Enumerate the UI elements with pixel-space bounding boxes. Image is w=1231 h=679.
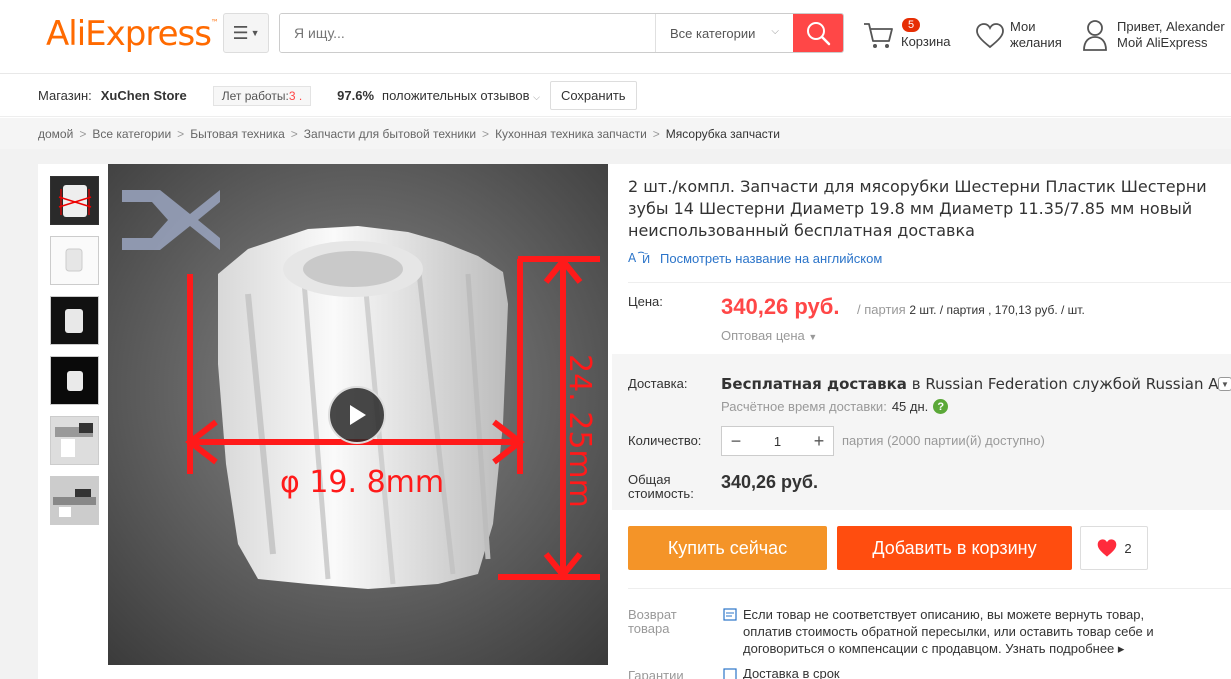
feedback-dropdown[interactable]: положительных отзывов ⌵ <box>382 88 540 103</box>
search-icon <box>807 22 831 46</box>
thumbnail[interactable] <box>50 296 99 345</box>
my-aliexpress-label: Мой AliExpress <box>1117 35 1208 50</box>
thumbnail-list <box>50 176 99 536</box>
thumbnail[interactable] <box>50 176 99 225</box>
translate-title-link[interactable]: A Й Посмотреть название на английском <box>628 250 882 267</box>
shipping-label: Доставка: <box>628 376 688 391</box>
svg-text:A: A <box>628 251 637 265</box>
wishlist-label-line1: Мои <box>1010 19 1036 34</box>
thumbnail[interactable] <box>50 416 99 465</box>
store-years-badge: Лет работы:3 . <box>212 85 312 106</box>
cart-count-badge: 5 <box>902 18 921 32</box>
return-policy-icon <box>723 608 737 621</box>
cart-label: Корзина <box>901 34 951 49</box>
site-header: AliExpress™ ☰▼ Все категории ⌵ 5 Корзина… <box>0 0 1231 74</box>
wholesale-price-dropdown[interactable]: Оптовая цена ▼ <box>721 328 817 343</box>
shipping-options-dropdown[interactable]: ▼ <box>1218 377 1231 391</box>
quantity-available: партия (2000 партии(й) доступно) <box>842 433 1045 448</box>
caret-down-icon: ▼ <box>250 28 260 38</box>
svg-text:Й: Й <box>642 253 650 266</box>
heart-outline-icon <box>976 23 1004 49</box>
product-main-image[interactable]: φ 19. 8mm 24. 25mm <box>108 164 608 665</box>
translate-icon: A Й <box>628 251 650 266</box>
search-category-label: Все категории <box>670 25 756 41</box>
breadcrumb-current: Мясорубка запчасти <box>665 126 780 141</box>
thumbnail[interactable] <box>50 476 99 525</box>
cart-link[interactable]: 5 Корзина <box>862 18 962 54</box>
dimension-height: 24. 25mm <box>562 354 597 508</box>
hamburger-icon: ☰ <box>232 22 249 43</box>
delivery-estimate: Расчётное время доставки: 45 дн. ? <box>721 399 949 414</box>
product-info: 2 шт./компл. Запчасти для мясорубки Шест… <box>612 164 1231 679</box>
total-label: Общая стоимость: <box>628 472 694 501</box>
product-price: 340,26 руб. <box>721 294 840 319</box>
store-label: Магазин: <box>38 88 92 103</box>
return-policy-text: Если товар не соответствует описанию, вы… <box>743 607 1154 656</box>
divider <box>628 588 1231 589</box>
thumbnail[interactable] <box>50 236 99 285</box>
product-title: 2 шт./компл. Запчасти для мясорубки Шест… <box>628 177 1207 240</box>
search-category-select[interactable]: Все категории ⌵ <box>655 14 793 52</box>
breadcrumb: домой > Все категории > Бытовая техника > З… <box>0 118 1231 149</box>
quantity-label: Количество: <box>628 433 702 448</box>
quantity-stepper: − 1 + <box>721 426 834 456</box>
aliexpress-logo[interactable]: AliExpress™ <box>46 14 219 54</box>
increment-button[interactable]: + <box>805 431 833 452</box>
add-to-cart-button[interactable]: Добавить в корзину <box>837 526 1072 570</box>
heart-icon <box>1098 539 1117 557</box>
search-button[interactable] <box>793 14 843 52</box>
buy-now-button[interactable]: Купить сейчас <box>628 526 827 570</box>
store-bar: Магазин: XuChen Store Лет работы:3 . 97.… <box>0 75 1231 117</box>
shipping-info: Бесплатная доставка в Russian Federation… <box>721 375 1229 393</box>
wishlist-link[interactable]: Мои желания <box>975 18 1075 54</box>
wishlist-label-line2: желания <box>1010 35 1062 50</box>
quantity-input[interactable]: 1 <box>750 434 805 449</box>
guarantee-label: Гарантии <box>628 668 684 679</box>
chevron-down-icon: ⌵ <box>771 26 779 37</box>
play-icon <box>350 405 366 425</box>
help-icon[interactable]: ? <box>933 399 949 414</box>
account-greeting: Привет, Alexander <box>1117 19 1225 34</box>
wishlist-count: 2 <box>1124 540 1132 556</box>
store-name-link[interactable]: XuChen Store <box>101 88 187 103</box>
chevron-down-icon: ⌵ <box>533 92 540 102</box>
guarantee-text: Доставка в срок <box>743 666 840 679</box>
user-icon <box>1083 20 1107 51</box>
total-price: 340,26 руб. <box>721 472 818 492</box>
breadcrumb-item[interactable]: домой <box>38 127 73 141</box>
save-store-button[interactable]: Сохранить <box>549 81 637 110</box>
play-video-button[interactable] <box>328 386 386 444</box>
breadcrumb-item[interactable]: Бытовая техника <box>190 127 285 141</box>
breadcrumb-item[interactable]: Запчасти для бытовой техники <box>304 127 476 141</box>
delivery-guarantee-icon <box>723 668 737 679</box>
search-bar: Все категории ⌵ <box>279 13 844 53</box>
cart-icon <box>864 23 893 48</box>
price-label: Цена: <box>628 294 663 309</box>
learn-more-link[interactable]: Узнать подробнее ▸ <box>1005 641 1124 656</box>
breadcrumb-item[interactable]: Кухонная техника запчасти <box>495 127 647 141</box>
dimension-diameter: φ 19. 8mm <box>280 465 444 500</box>
thumbnail[interactable] <box>50 356 99 405</box>
wishlist-button[interactable]: 2 <box>1080 526 1148 570</box>
caret-down-icon: ▼ <box>808 332 818 342</box>
search-input[interactable] <box>280 14 655 52</box>
divider <box>628 282 1231 283</box>
breadcrumb-item[interactable]: Все категории <box>92 127 171 141</box>
price-unit: / партия 2 шт. / партия , 170,13 руб. / … <box>857 302 1085 317</box>
decrement-button[interactable]: − <box>722 431 750 452</box>
return-label: Возврат товара <box>628 607 677 636</box>
account-link[interactable]: Привет, Alexander Мой AliExpress <box>1082 18 1231 54</box>
feedback-percent: 97.6% <box>337 88 375 103</box>
categories-menu-button[interactable]: ☰ ▼ <box>223 13 269 53</box>
